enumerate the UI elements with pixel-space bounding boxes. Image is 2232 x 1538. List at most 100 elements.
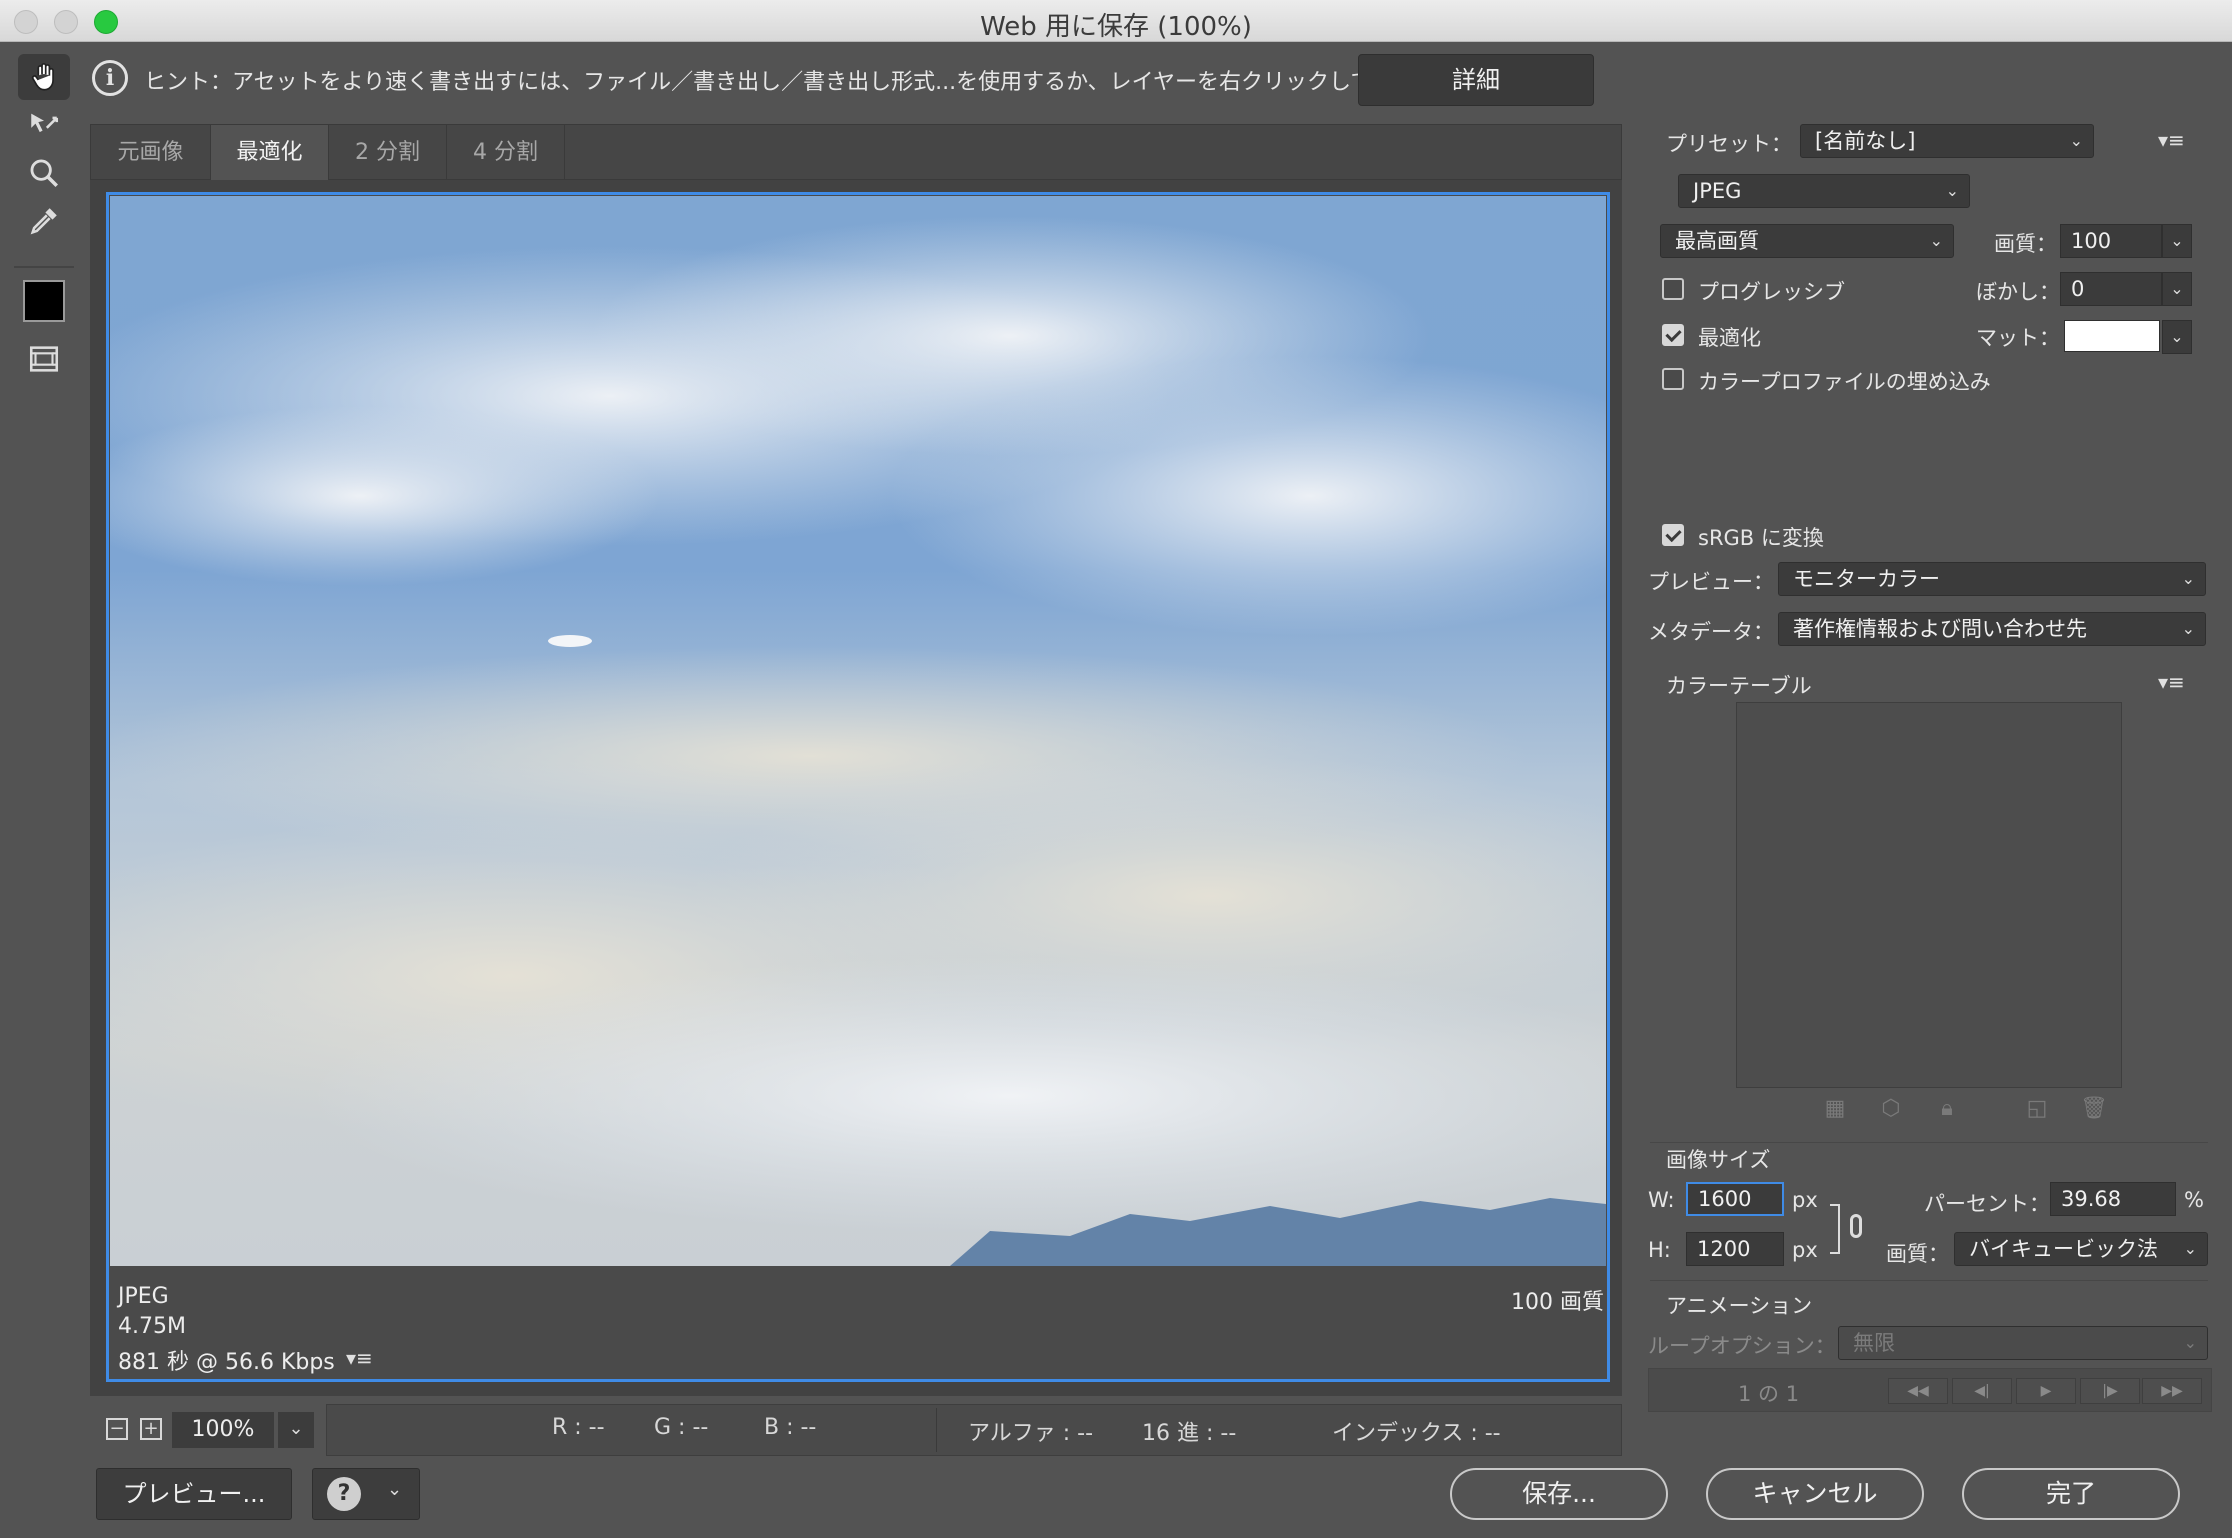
zoom-tool[interactable] — [18, 150, 70, 196]
embed-profile-checkbox[interactable] — [1662, 368, 1684, 390]
quality-slider-arrow[interactable]: ⌄ — [2162, 224, 2192, 258]
title-bar: Web 用に保存 (100%) — [0, 0, 2232, 42]
optimized-label: 最適化 — [1698, 326, 1761, 350]
width-field[interactable]: 1600 — [1686, 1182, 1784, 1216]
zoom-dropdown-arrow[interactable]: ⌄ — [278, 1412, 314, 1448]
tab-2up[interactable]: 2 分割 — [329, 125, 447, 181]
chevron-down-icon: ⌄ — [1929, 231, 1943, 250]
srgb-label: sRGB に変換 — [1698, 526, 1824, 550]
constrain-proportions-icon[interactable] — [1830, 1204, 1870, 1254]
quality-info-label: 100 画質 — [1511, 1290, 1604, 1315]
play-button[interactable]: ▶ — [2016, 1378, 2076, 1404]
save-button[interactable]: 保存... — [1450, 1468, 1668, 1520]
last-frame-button[interactable]: ▶▶ — [2142, 1378, 2202, 1404]
progressive-label: プログレッシブ — [1698, 280, 1845, 304]
preset-dropdown[interactable]: [名前なし] ⌄ — [1800, 124, 2094, 158]
status-r: R : -- — [552, 1415, 605, 1440]
zoom-level-field[interactable]: 100% — [172, 1412, 274, 1448]
loop-value: 無限 — [1853, 1331, 1895, 1355]
percent-label: パーセント： — [1924, 1192, 2050, 1216]
quality-label: 画質： — [1994, 232, 2057, 256]
quality-preset-value: 最高画質 — [1675, 229, 1759, 253]
quality-field[interactable]: 100 — [2060, 224, 2162, 258]
detail-button[interactable]: 詳細 — [1358, 54, 1594, 106]
first-frame-button[interactable]: ◀◀ — [1888, 1378, 1948, 1404]
browser-select-button[interactable]: ? ⌄ — [312, 1468, 420, 1520]
download-time-label: 881 秒 @ 56.6 Kbps — [118, 1350, 335, 1375]
hand-tool[interactable] — [18, 54, 70, 100]
status-hex: 16 進 : -- — [1142, 1421, 1237, 1446]
loop-options-label: ループオプション： — [1648, 1334, 1836, 1358]
status-alpha: アルファ : -- — [968, 1421, 1094, 1446]
preview-in-browser-button[interactable]: プレビュー... — [96, 1468, 292, 1520]
format-label: JPEG — [118, 1284, 169, 1309]
eyedropper-tool[interactable] — [18, 198, 70, 244]
color-table — [1736, 702, 2122, 1088]
chevron-down-icon: ⌄ — [2181, 619, 2195, 638]
height-unit: px — [1792, 1238, 1818, 1262]
chevron-down-icon: ⌄ — [2069, 131, 2083, 150]
loop-options-dropdown[interactable]: 無限 ⌄ — [1838, 1326, 2208, 1360]
next-frame-button[interactable]: |▶ — [2080, 1378, 2140, 1404]
width-unit: px — [1792, 1188, 1818, 1212]
tab-optimized[interactable]: 最適化 — [211, 125, 329, 181]
frame-counter: 1 の 1 — [1738, 1382, 1800, 1406]
chevron-down-icon: ⌄ — [387, 1479, 403, 1500]
view-tabs: 元画像 最適化 2 分割 4 分割 — [90, 124, 1622, 181]
optimize-menu-icon[interactable]: ▾≡ — [2158, 128, 2185, 152]
slice-select-tool[interactable] — [18, 102, 70, 148]
percent-field[interactable]: 39.68 — [2050, 1182, 2176, 1216]
web-safe-icon: ⬡ — [1881, 1096, 1901, 1121]
blur-slider-arrow[interactable]: ⌄ — [2162, 272, 2192, 306]
color-table-menu-icon[interactable]: ▾≡ — [2158, 670, 2185, 694]
quality-preset-dropdown[interactable]: 最高画質 ⌄ — [1660, 224, 1954, 258]
chevron-down-icon: ⌄ — [2183, 1333, 2197, 1352]
new-color-icon: ◱ — [2026, 1096, 2048, 1121]
download-speed-menu-icon[interactable]: ▾≡ — [346, 1346, 373, 1370]
animation-title: アニメーション — [1666, 1294, 1813, 1318]
metadata-dropdown[interactable]: 著作権情報および問い合わせ先 ⌄ — [1778, 612, 2206, 646]
optimized-checkbox[interactable] — [1662, 324, 1684, 346]
cancel-button[interactable]: キャンセル — [1706, 1468, 1924, 1520]
section-divider — [1650, 1142, 2208, 1143]
section-divider — [1650, 1280, 2208, 1281]
transparency-icon: ▦ — [1824, 1096, 1846, 1121]
status-b: B : -- — [764, 1415, 817, 1440]
browser-icon: ? — [327, 1477, 361, 1511]
format-dropdown[interactable]: JPEG ⌄ — [1678, 174, 1970, 208]
toggle-slices-icon — [29, 346, 59, 372]
blur-field[interactable]: 0 — [2060, 272, 2162, 306]
done-button[interactable]: 完了 — [1962, 1468, 2180, 1520]
previous-frame-button[interactable]: ◀| — [1952, 1378, 2012, 1404]
progressive-checkbox[interactable] — [1662, 278, 1684, 300]
zoom-in-button[interactable]: + — [140, 1418, 162, 1440]
matte-color-swatch[interactable] — [2064, 320, 2160, 352]
srgb-checkbox[interactable] — [1662, 524, 1684, 546]
trash-icon: 🗑︎ — [2080, 1096, 2108, 1121]
percent-unit: % — [2184, 1188, 2204, 1212]
preview-dropdown[interactable]: モニターカラー ⌄ — [1778, 562, 2206, 596]
hint-text: ヒント：アセットをより速く書き出すには、ファイル／書き出し／書き出し形式...を… — [144, 70, 1439, 95]
matte-dropdown-arrow[interactable]: ⌄ — [2162, 320, 2192, 354]
tab-original[interactable]: 元画像 — [91, 125, 211, 181]
color-table-title: カラーテーブル — [1666, 674, 1812, 698]
eyedropper-color-swatch[interactable] — [18, 278, 70, 324]
preset-label: プリセット： — [1666, 132, 1792, 156]
resample-label: 画質： — [1886, 1242, 1949, 1266]
chevron-down-icon: ⌄ — [2181, 569, 2195, 588]
tab-4up[interactable]: 4 分割 — [447, 125, 565, 181]
lock-icon: 🔒︎ — [1941, 1096, 1953, 1121]
preview-label: プレビュー： — [1648, 570, 1774, 594]
toggle-slices-tool[interactable] — [18, 336, 70, 382]
width-label: W: — [1648, 1188, 1675, 1212]
status-index: インデックス : -- — [1332, 1421, 1501, 1446]
window-title: Web 用に保存 (100%) — [980, 12, 1252, 42]
preview-value: モニターカラー — [1793, 567, 1940, 591]
metadata-label: メタデータ： — [1648, 620, 1774, 644]
zoom-out-button[interactable]: − — [106, 1418, 128, 1440]
height-field[interactable]: 1200 — [1686, 1232, 1784, 1266]
info-icon: i — [92, 60, 128, 96]
preview-image[interactable] — [110, 196, 1606, 1266]
height-label: H: — [1648, 1238, 1671, 1262]
resample-dropdown[interactable]: バイキュービック法 ⌄ — [1954, 1232, 2208, 1266]
